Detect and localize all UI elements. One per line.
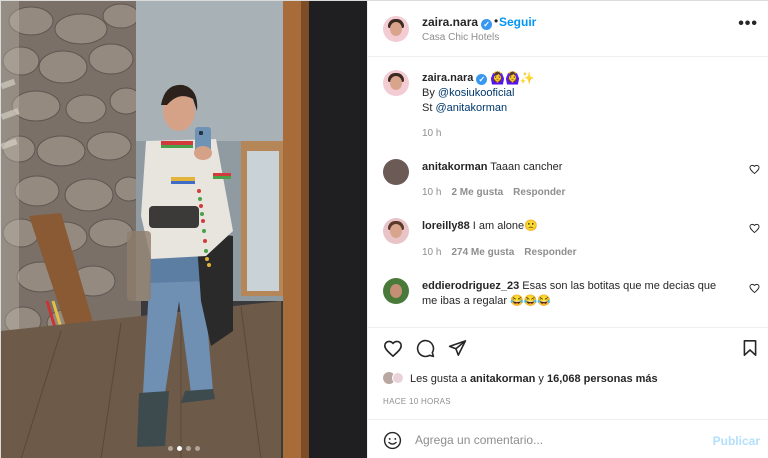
likes-summary[interactable]: Les gusta a anitakorman y 16,068 persona… [383, 372, 658, 385]
comment-input[interactable] [415, 430, 705, 450]
caption-line-1: By @kosiukooficial [422, 87, 515, 99]
caption-emojis: 🙆‍♀️🙆‍♀️✨ [490, 71, 535, 85]
carousel-dot[interactable] [186, 446, 191, 451]
likes-prefix: Les gusta a [410, 373, 470, 385]
caption-line-2: St @anitakorman [422, 102, 507, 114]
caption-time[interactable]: 10 h [422, 128, 441, 139]
caption-username[interactable]: zaira.nara ✓ [422, 72, 488, 85]
comment-likes[interactable]: 2 Me gusta [451, 187, 503, 198]
comment-time[interactable]: 10 h [422, 247, 441, 258]
comment-item: anitakorman Taaan cancher 10 h 2 Me gusta… [368, 159, 768, 215]
comment-body: I am alone🙁 [472, 220, 538, 232]
caption-avatar[interactable] [383, 70, 409, 96]
post-photo[interactable] [1, 1, 367, 458]
carousel-dot-active[interactable] [177, 446, 182, 451]
comment-item: loreilly88 I am alone🙁 10 h 274 Me gusta R… [368, 218, 768, 274]
comment-username[interactable]: loreilly88 [422, 220, 470, 232]
share-icon[interactable] [448, 339, 467, 357]
liker-avatar [392, 372, 404, 384]
author-username-text[interactable]: zaira.nara [422, 15, 478, 29]
header-separator: • [494, 14, 499, 28]
emoji-icon[interactable] [383, 431, 402, 450]
author-avatar[interactable] [383, 16, 409, 42]
caption-line2-prefix: St [422, 102, 436, 114]
comment-icon[interactable] [416, 339, 435, 358]
mention-link[interactable]: @kosiukooficial [438, 87, 515, 99]
carousel-dot[interactable] [168, 446, 173, 451]
comment-text: anitakorman Taaan cancher [422, 160, 732, 175]
mention-link[interactable]: @anitakorman [435, 102, 507, 114]
comment-heart-icon[interactable] [749, 164, 760, 174]
comment-avatar[interactable] [383, 159, 409, 185]
likes-count[interactable]: 16,068 personas más [547, 373, 658, 385]
comment-avatar[interactable] [383, 278, 409, 304]
comment-body: Taaan cancher [490, 161, 563, 173]
comment-meta: 10 h 2 Me gusta Responder [422, 187, 575, 198]
comment-heart-icon[interactable] [749, 223, 760, 233]
comment-heart-icon[interactable] [749, 283, 760, 293]
publish-button[interactable]: Publicar [713, 434, 760, 448]
comment-username[interactable]: anitakorman [422, 161, 487, 173]
carousel-dot[interactable] [195, 446, 200, 451]
caption-username-text[interactable]: zaira.nara [422, 72, 473, 84]
comment-text: loreilly88 I am alone🙁 [422, 219, 732, 234]
verified-icon: ✓ [481, 19, 493, 30]
reply-button[interactable]: Responder [513, 187, 565, 198]
comment-item: eddierodriguez_23 Esas son las botitas q… [368, 278, 768, 326]
comment-likes[interactable]: 274 Me gusta [451, 247, 514, 258]
more-icon[interactable]: ••• [738, 16, 758, 32]
action-bar [368, 327, 768, 367]
instagram-post-modal: zaira.nara ✓ • Seguir Casa Chic Hotels ••… [0, 0, 768, 458]
post-location[interactable]: Casa Chic Hotels [422, 32, 499, 43]
add-comment-bar: Publicar [368, 419, 768, 458]
likes-middle: y [535, 373, 547, 385]
post-header: zaira.nara ✓ • Seguir Casa Chic Hotels ••… [368, 1, 768, 57]
carousel-indicators [1, 446, 367, 451]
comment-text: eddierodriguez_23 Esas son las botitas q… [422, 279, 732, 309]
likes-user[interactable]: anitakorman [470, 373, 535, 385]
verified-icon: ✓ [476, 74, 488, 85]
reply-button[interactable]: Responder [524, 247, 576, 258]
comment-time[interactable]: 10 h [422, 187, 441, 198]
comment-meta: 10 h 274 Me gusta Responder [422, 247, 587, 258]
post-sidebar: zaira.nara ✓ • Seguir Casa Chic Hotels ••… [367, 1, 768, 458]
bookmark-icon[interactable] [742, 339, 758, 357]
comments-list[interactable]: zaira.nara ✓ 🙆‍♀️🙆‍♀️✨ By @kosiukooficial… [368, 58, 768, 326]
heart-icon[interactable] [383, 339, 403, 357]
author-username[interactable]: zaira.nara ✓ [422, 15, 493, 30]
mirror-selfie-image [1, 1, 367, 458]
comment-avatar[interactable] [383, 218, 409, 244]
follow-button[interactable]: Seguir [499, 15, 536, 29]
comment-username[interactable]: eddierodriguez_23 [422, 280, 519, 292]
post-timestamp[interactable]: HACE 10 HORAS [383, 397, 451, 406]
caption-line1-prefix: By [422, 87, 438, 99]
